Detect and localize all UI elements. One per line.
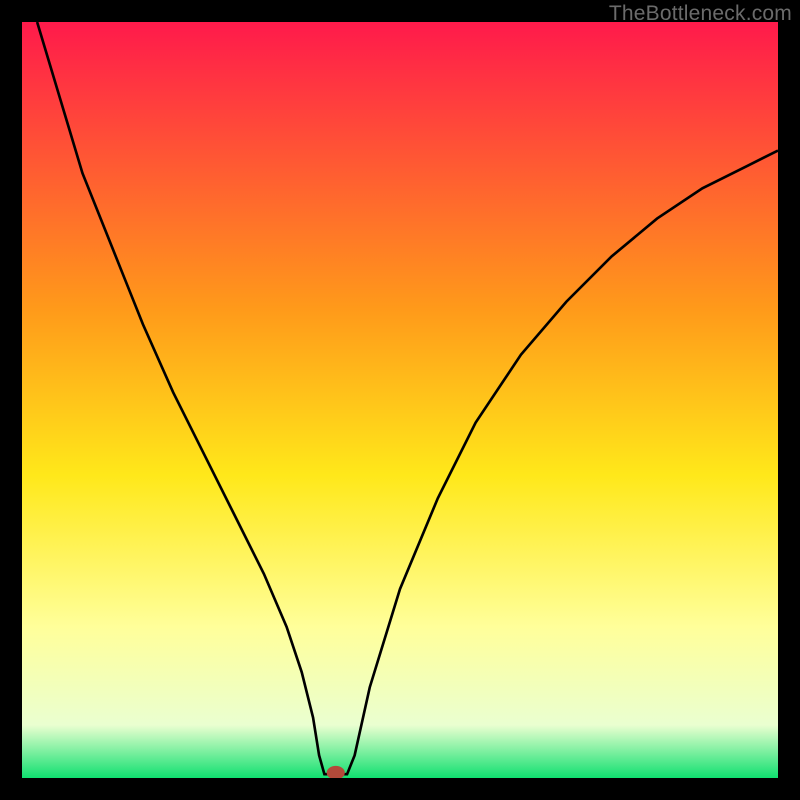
gradient-background — [22, 22, 778, 778]
chart-frame: TheBottleneck.com — [0, 0, 800, 800]
chart-plot — [22, 22, 778, 778]
